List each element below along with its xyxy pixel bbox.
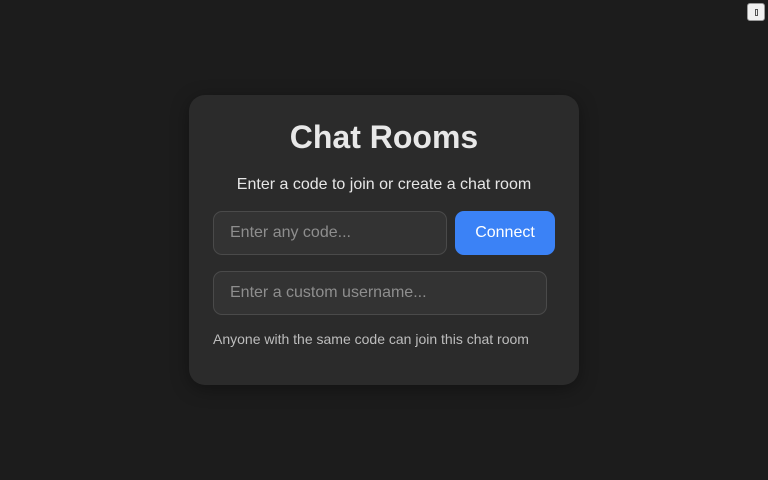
room-code-input[interactable] <box>213 211 447 255</box>
room-hint: Anyone with the same code can join this … <box>213 331 529 347</box>
connect-button[interactable]: Connect <box>455 211 555 255</box>
page-subtitle: Enter a code to join or create a chat ro… <box>236 176 532 193</box>
username-input[interactable] <box>213 271 547 315</box>
join-card: Chat Rooms Enter a code to join or creat… <box>189 95 579 385</box>
corner-button[interactable] <box>747 3 765 21</box>
missing-glyph-icon <box>754 8 758 16</box>
page-title: Chat Rooms <box>289 119 479 155</box>
